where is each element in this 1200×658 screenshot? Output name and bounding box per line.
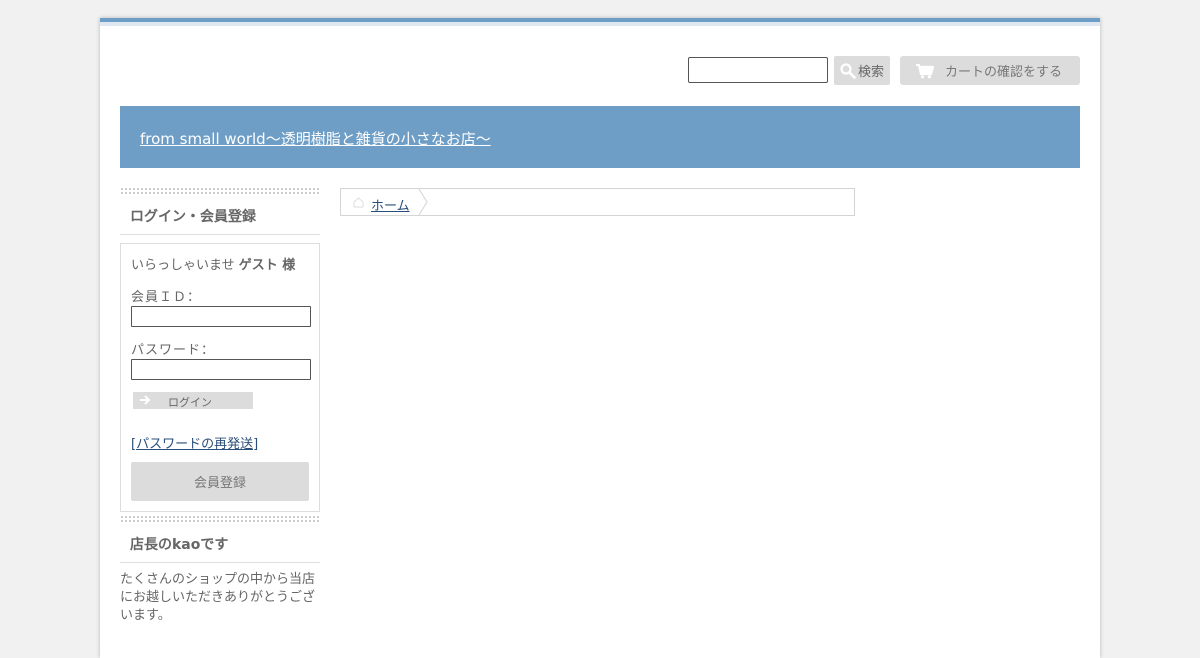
login-section: ログイン・会員登録 いらっしゃいませ ゲスト 様 会員ＩＤ： パスワード： ログ…	[120, 188, 320, 512]
cart-button-label: カートの確認をする	[945, 65, 1063, 80]
arrow-right-icon	[140, 395, 151, 405]
greeting: いらっしゃいませ ゲスト 様	[131, 254, 309, 273]
register-button-label: 会員登録	[193, 476, 246, 491]
password-resend-link[interactable]: [パスワードの再発送]	[131, 433, 258, 452]
breadcrumb-home-link[interactable]: ホーム	[371, 195, 410, 214]
member-id-label: 会員ＩＤ：	[131, 290, 202, 305]
shop-title-link[interactable]: from small world～透明樹脂と雑貨の小さなお店～	[140, 128, 491, 149]
member-id-field[interactable]	[131, 306, 311, 327]
login-box: いらっしゃいませ ゲスト 様 会員ＩＤ： パスワード： ログイン [パスワードの…	[120, 243, 320, 512]
home-icon	[353, 197, 364, 208]
page-container: 検索 カートの確認をする from small world～透明樹脂と雑貨の小さ…	[100, 18, 1100, 658]
password-label: パスワード：	[131, 343, 216, 358]
shop-banner: from small world～透明樹脂と雑貨の小さなお店～	[120, 106, 1080, 168]
search-button-label: 検索	[857, 65, 884, 80]
login-button[interactable]: ログイン	[133, 392, 253, 409]
search-button[interactable]: 検索	[834, 56, 890, 85]
register-button[interactable]: 会員登録	[131, 462, 309, 501]
login-button-label: ログイン	[168, 396, 212, 409]
cart-icon	[916, 63, 935, 78]
breadcrumb: ホーム	[340, 188, 855, 216]
about-text: たくさんのショップの中から当店にお越しいただきありがとうございます。	[120, 572, 316, 623]
about-heading: 店長のkaoです	[120, 522, 320, 563]
about-section: 店長のkaoです たくさんのショップの中から当店にお越しいただきありがとうござい…	[120, 516, 320, 625]
login-heading: ログイン・会員登録	[120, 194, 320, 235]
search-input[interactable]	[688, 57, 828, 83]
breadcrumb-separator-icon	[418, 189, 428, 215]
top-accent-line	[100, 22, 1100, 26]
cart-button[interactable]: カートの確認をする	[900, 56, 1080, 85]
greeting-name: ゲスト 様	[238, 258, 296, 273]
password-field[interactable]	[131, 359, 311, 380]
greeting-prefix: いらっしゃいませ	[131, 258, 235, 273]
search-icon	[840, 62, 856, 79]
